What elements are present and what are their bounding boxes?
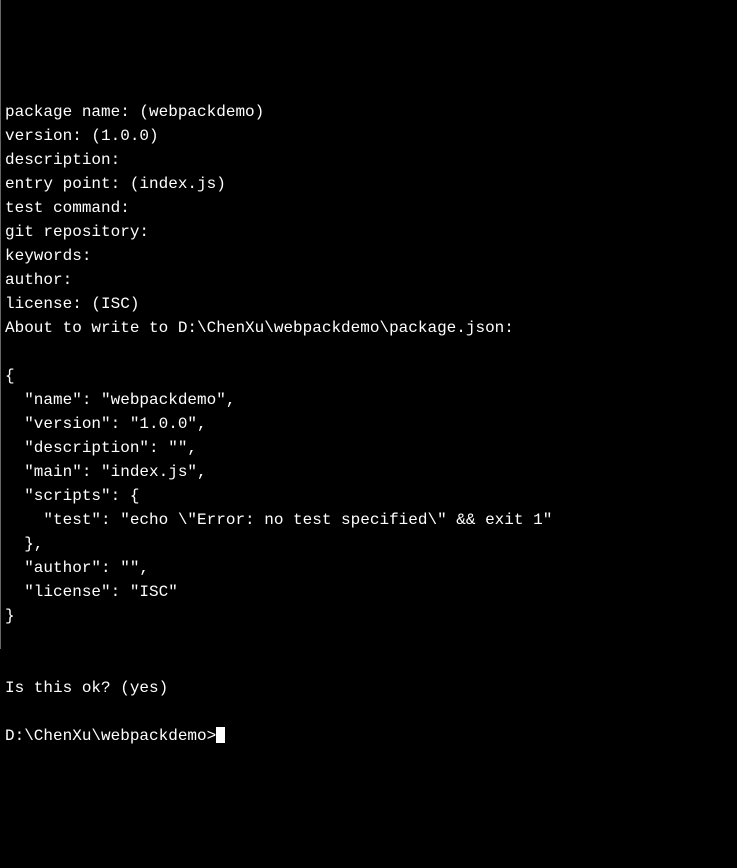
json-description: "description": "", [5, 439, 197, 457]
json-scripts-close: }, [5, 535, 43, 553]
prompt-license: license: (ISC) [5, 295, 139, 313]
prompt-entry-point: entry point: (index.js) [5, 175, 226, 193]
prompt-git-repository: git repository: [5, 223, 149, 241]
json-scripts-open: "scripts": { [5, 487, 139, 505]
json-open-brace: { [5, 367, 15, 385]
prompt-package-name: package name: (webpackdemo) [5, 103, 264, 121]
json-author: "author": "", [5, 559, 149, 577]
prompt-path: D:\ChenXu\webpackdemo> [5, 727, 216, 745]
prompt-description: description: [5, 151, 120, 169]
json-main: "main": "index.js", [5, 463, 207, 481]
terminal-output: package name: (webpackdemo) version: (1.… [5, 100, 733, 748]
prompt-test-command: test command: [5, 199, 130, 217]
prompt-author: author: [5, 271, 72, 289]
command-prompt[interactable]: D:\ChenXu\webpackdemo> [5, 727, 225, 745]
prompt-version: version: (1.0.0) [5, 127, 159, 145]
prompt-keywords: keywords: [5, 247, 91, 265]
json-version: "version": "1.0.0", [5, 415, 207, 433]
about-to-write: About to write to D:\ChenXu\webpackdemo\… [5, 319, 514, 337]
json-close-brace: } [5, 607, 15, 625]
cursor-icon [216, 727, 225, 743]
json-test: "test": "echo \"Error: no test specified… [5, 511, 552, 529]
confirm-prompt: Is this ok? (yes) [5, 679, 168, 697]
json-license: "license": "ISC" [5, 583, 178, 601]
json-name: "name": "webpackdemo", [5, 391, 235, 409]
